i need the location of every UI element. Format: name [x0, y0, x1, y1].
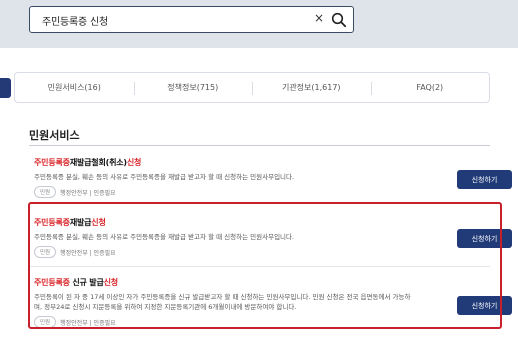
side-indicator [0, 78, 11, 98]
service-item: 주민등록증 신규 발급신청 주민등록이 된 자 중 17세 이상인 자가 주민등… [34, 277, 490, 328]
apply-button[interactable]: 신청하기 [457, 296, 512, 315]
search-icon[interactable] [331, 12, 347, 28]
category-tabs: 민원서비스(16) 정책정보(715) 기관정보(1,617) FAQ(2) [14, 72, 490, 103]
service-meta: 민원 행정안전부 | 인증필요 [34, 246, 490, 258]
type-badge: 민원 [34, 316, 57, 328]
service-title[interactable]: 주민등록증재발급철회(취소)신청 [34, 157, 490, 168]
section-divider [29, 145, 490, 146]
agency-label: 행정안전부 | 인증필요 [60, 189, 116, 197]
tab-policy-info[interactable]: 정책정보(715) [133, 73, 253, 102]
tab-agency-info[interactable]: 기관정보(1,617) [252, 73, 371, 102]
service-title[interactable]: 주민등록증재발급신청 [34, 217, 490, 228]
type-badge: 민원 [34, 186, 57, 198]
apply-button[interactable]: 신청하기 [457, 170, 512, 189]
tab-faq[interactable]: FAQ(2) [370, 73, 490, 102]
service-description: 주민등록증 분실, 훼손 등의 사유로 주민등록증을 재발급 받고자 할 때 신… [34, 173, 295, 181]
service-title[interactable]: 주민등록증 신규 발급신청 [34, 277, 490, 288]
search-query-text: 주민등록증 신청 [42, 17, 108, 28]
section-title: 민원서비스 [29, 129, 80, 142]
type-badge: 민원 [34, 246, 57, 258]
item-divider [29, 202, 490, 203]
service-description: 주민등록이 된 자 중 17세 이상인 자가 주민등록증을 신규 발급받고자 할… [34, 293, 411, 311]
item-divider [29, 266, 490, 267]
service-meta: 민원 행정안전부 | 인증필요 [34, 186, 490, 198]
service-item: 주민등록증재발급신청 주민등록증 분실, 훼손 등의 사유로 주민등록증을 재발… [34, 217, 490, 258]
agency-label: 행정안전부 | 인증필요 [60, 319, 116, 327]
apply-button[interactable]: 신청하기 [457, 229, 512, 248]
service-description: 주민등록증 분실, 훼손 등의 사유로 주민등록증을 재발급 받고자 할 때 신… [34, 233, 295, 241]
tab-civil-service[interactable]: 민원서비스(16) [15, 73, 134, 102]
clear-icon[interactable]: × [314, 11, 324, 25]
service-meta: 민원 행정안전부 | 인증필요 [34, 316, 490, 328]
search-input[interactable]: 주민등록증 신청 × [29, 6, 354, 33]
agency-label: 행정안전부 | 인증필요 [60, 249, 116, 257]
service-item: 주민등록증재발급철회(취소)신청 주민등록증 분실, 훼손 등의 사유로 주민등… [34, 157, 490, 198]
